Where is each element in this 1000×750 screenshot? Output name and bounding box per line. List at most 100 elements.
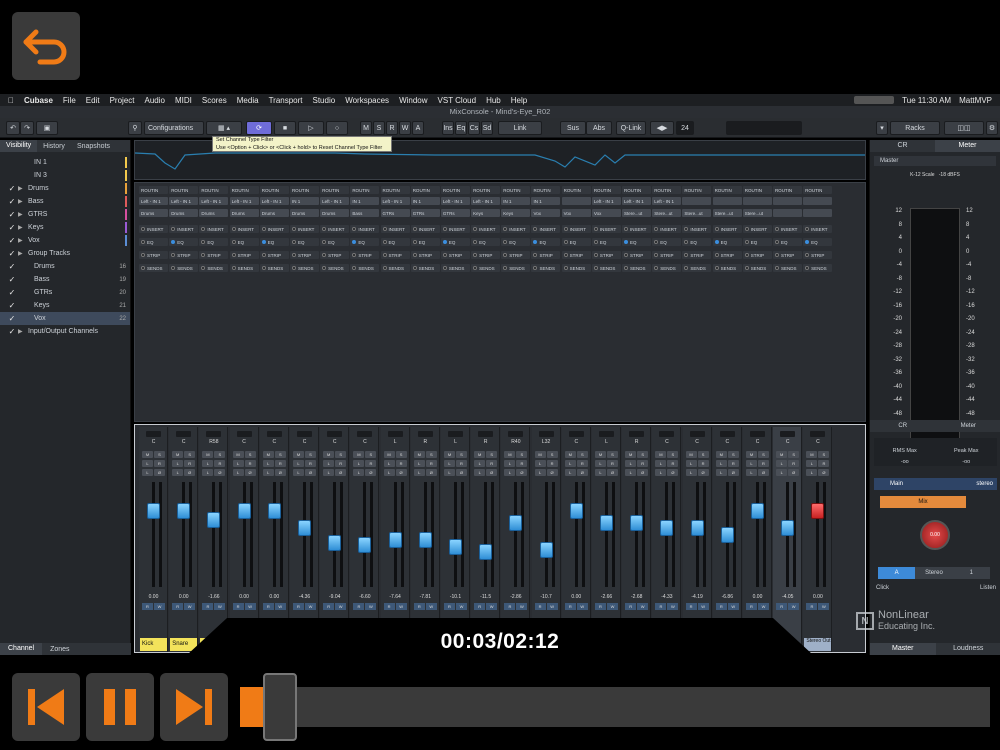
list-item[interactable]: ✓ Bass 19 [0, 273, 130, 286]
pan-control[interactable] [206, 431, 222, 437]
tab-meter[interactable]: Meter [935, 140, 1000, 152]
power-icon[interactable] [684, 227, 689, 231]
power-icon[interactable] [352, 253, 357, 257]
rack-input-cell[interactable]: IN 1 [531, 197, 561, 205]
fader-handle[interactable] [388, 531, 402, 548]
power-icon[interactable] [291, 227, 296, 231]
power-icon[interactable] [171, 266, 176, 270]
automation-read-button[interactable]: R [564, 603, 576, 610]
power-icon[interactable] [382, 227, 387, 231]
channel-l-button[interactable]: L [474, 469, 486, 476]
power-icon[interactable] [352, 227, 357, 231]
tab-zones[interactable]: Zones [42, 646, 77, 653]
channel-l-button[interactable]: L [383, 469, 395, 476]
channel-m-button[interactable]: M [293, 451, 304, 458]
power-icon[interactable] [261, 266, 266, 270]
rack-input-cell[interactable] [712, 197, 742, 205]
power-icon[interactable] [382, 253, 387, 257]
channel-l-button[interactable]: L [625, 469, 637, 476]
power-icon[interactable] [201, 266, 206, 270]
search-icon[interactable]: ⚲ [128, 121, 142, 135]
pan-control[interactable] [659, 431, 675, 437]
chevron-down-icon[interactable]: ▾ [876, 121, 888, 135]
checkmark-icon[interactable]: ✓ [6, 223, 18, 232]
channel-l-button[interactable]: L [776, 460, 788, 467]
rack-input-cell[interactable]: Left - IN 1 [139, 197, 168, 205]
power-icon[interactable] [141, 266, 145, 270]
channel-r-button[interactable]: R [184, 460, 196, 467]
fader-handle[interactable] [600, 514, 613, 531]
menu-item-studio[interactable]: Studio [313, 96, 336, 105]
rack-routing-cell[interactable]: ROUTIN [531, 186, 561, 194]
automation-read-button[interactable]: R [806, 603, 818, 610]
rack-input-cell[interactable]: Left - IN 1 [199, 197, 229, 205]
power-icon[interactable] [805, 240, 810, 244]
channel-phase-button[interactable]: Ø [154, 469, 165, 476]
rack-inserts-cell[interactable]: INSERT [229, 225, 259, 233]
power-icon[interactable] [563, 266, 568, 270]
channel-l-button[interactable]: L [504, 469, 516, 476]
power-icon[interactable] [412, 240, 417, 244]
checkmark-icon[interactable]: ✓ [6, 184, 18, 193]
power-icon[interactable] [291, 240, 296, 244]
channel-r-button[interactable]: R [456, 460, 467, 467]
power-icon[interactable] [291, 253, 296, 257]
rack-input-cell[interactable]: Left - IN 1 [440, 197, 470, 205]
rack-eq-cell[interactable]: EQ [622, 238, 651, 246]
rack-output-cell[interactable]: GTRs [380, 209, 410, 217]
fader-handle[interactable] [720, 526, 734, 543]
rack-inserts-cell[interactable]: INSERT [169, 225, 199, 233]
list-item[interactable]: ✓ ▶ GTRS [0, 208, 130, 221]
rack-output-cell[interactable]: Vox [591, 209, 621, 217]
rack-input-cell[interactable]: Left - IN 1 [259, 197, 289, 205]
power-icon[interactable] [473, 227, 478, 231]
rack-input-cell[interactable]: Left - IN 1 [380, 197, 410, 205]
rack-sends-cell[interactable]: SENDS [259, 264, 289, 272]
menu-item-window[interactable]: Window [399, 96, 427, 105]
channel-r-button[interactable]: R [788, 460, 800, 467]
pan-control[interactable] [780, 431, 796, 437]
rack-strip-cell[interactable]: STRIP [591, 251, 621, 259]
rack-input-cell[interactable] [561, 197, 591, 205]
channel-m-button[interactable]: M [142, 451, 153, 458]
power-icon[interactable] [231, 253, 236, 257]
rack-eq-cell[interactable]: EQ [561, 238, 591, 246]
channel-m-button[interactable]: M [564, 451, 576, 458]
rack-strip-cell[interactable]: STRIP [169, 251, 199, 259]
power-icon[interactable] [774, 227, 779, 231]
menu-item-media[interactable]: Media [237, 96, 259, 105]
automation-read-button[interactable]: R [655, 603, 667, 610]
power-icon[interactable] [563, 227, 568, 231]
channel-phase-button[interactable]: Ø [456, 469, 467, 476]
power-icon[interactable] [624, 227, 628, 231]
rack-eq-cell[interactable]: EQ [199, 238, 229, 246]
power-icon[interactable] [171, 240, 176, 244]
rack-eq-cell[interactable]: EQ [652, 238, 682, 246]
pan-control[interactable] [689, 431, 705, 437]
channel-r-button[interactable]: R [274, 460, 286, 467]
power-icon[interactable] [473, 266, 478, 270]
channel-l-button[interactable]: L [595, 460, 606, 467]
rack-eq-cell[interactable]: EQ [259, 238, 289, 246]
seek-thumb[interactable] [262, 673, 297, 741]
channel-l-button[interactable]: L [444, 469, 455, 476]
racks-dropdown[interactable]: Racks [890, 121, 940, 135]
automation-write-button[interactable]: W [214, 603, 226, 610]
rack-input-cell[interactable]: IN 1 [289, 197, 319, 205]
power-icon[interactable] [684, 240, 689, 244]
power-icon[interactable] [714, 266, 719, 270]
power-icon[interactable] [473, 253, 478, 257]
power-icon[interactable] [593, 240, 598, 244]
rack-input-cell[interactable] [772, 197, 802, 205]
channel-l-button[interactable]: L [142, 460, 153, 467]
rack-sends-cell[interactable]: SENDS [350, 264, 380, 272]
toolbar-s-button[interactable]: S [373, 121, 385, 135]
channel-l-button[interactable]: L [262, 460, 274, 467]
rack-strip-cell[interactable]: STRIP [471, 251, 501, 259]
pan-control[interactable] [176, 431, 192, 437]
rack-eq-cell[interactable]: EQ [471, 238, 501, 246]
power-icon[interactable] [593, 253, 598, 257]
rack-output-cell[interactable]: GTRs [440, 209, 470, 217]
automation-write-button[interactable]: W [818, 603, 830, 610]
rack-inserts-cell[interactable]: INSERT [320, 225, 350, 233]
